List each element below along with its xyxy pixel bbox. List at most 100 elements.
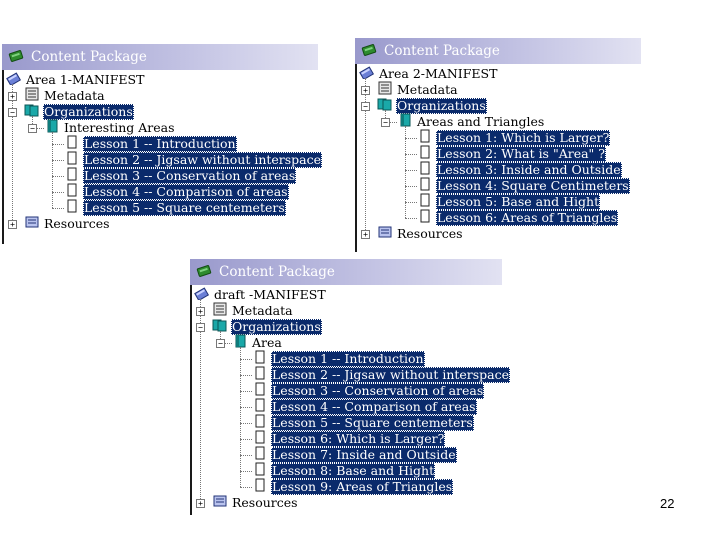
collapse-icon[interactable]: − [381,118,390,127]
tree-node-lesson[interactable]: Lesson 3 -- Conservation of areas [252,382,485,399]
tree-node-resources[interactable]: Resources [24,216,111,232]
tree-node-metadata[interactable]: Metadata [377,81,459,98]
tree-node-lesson-label: Lesson 4 -- Comparison of areas [271,399,477,415]
tree-connector-line [52,144,64,145]
tree-node-lesson[interactable]: Lesson 6: Which is Larger? [252,430,446,447]
tree-node-organizations-label: Organizations [396,98,487,114]
collapse-icon[interactable]: − [28,124,37,133]
tree-connector-line [405,186,417,187]
tree-node-lesson-label: Lesson 6: Which is Larger? [271,431,446,447]
tree-connector-line [200,331,201,499]
tree-node-lesson-label: Lesson 5 -- Square centemeters [271,415,474,431]
tree-node-manifest[interactable]: draft -MANIFEST [194,287,327,303]
tree-connector-line [200,315,201,323]
tree-node-lesson[interactable]: Lesson 5 -- Square centemeters [252,414,474,431]
tree-connector-line [37,128,44,129]
tree-connector-line [405,138,417,139]
tree-node-lesson-label: Lesson 2 -- Jigsaw without interspace [83,152,323,168]
tree-node-lesson[interactable]: Lesson 1 -- Introduction [64,135,237,152]
tree-node-manifest[interactable]: Area 1-MANIFEST [6,72,145,88]
resources-icon [377,225,393,243]
tree-node-lesson[interactable]: Lesson 3: Inside and Outside [417,161,622,178]
tree-node-resources[interactable]: Resources [377,226,464,242]
tree-node-lesson[interactable]: Lesson 5 -- Square centemeters [64,199,286,217]
tree-node-resources-label: Resources [232,495,298,510]
tree-connector-line [365,78,366,86]
expand-icon[interactable]: + [8,220,17,229]
tree-view: Area 2-MANIFEST + Metadata − Organizations − A… [355,66,641,252]
tree-view: draft -MANIFEST + Metadata − Organizations − A… [190,287,511,515]
tree-node-organizations[interactable]: Organizations [24,104,134,120]
tree-node-lesson[interactable]: Lesson 2: What is "Area" ? [417,145,606,162]
tree-node-metadata[interactable]: Metadata [24,87,106,104]
tree-node-lesson[interactable]: Lesson 8: Base and Hight [252,462,436,479]
tree-node-lesson-label: Lesson 5 -- Square centemeters [83,200,286,216]
tree-node-lesson[interactable]: Lesson 3 -- Conservation of areas [64,167,297,184]
tree-node-lesson[interactable]: Lesson 4 -- Comparison of areas [252,398,477,415]
tree-connector-line [405,154,417,155]
content-package-panel-area1: Content Package Area 1-MANIFEST + Metadata −… [2,44,323,244]
tree-connector-line [52,192,64,193]
tree-connector-line [52,208,64,209]
tree-node-lesson-label: Lesson 3: Inside and Outside [436,162,622,178]
tree-connector-line [225,343,232,344]
tree-node-lesson[interactable]: Lesson 9: Areas of Triangles [252,478,454,496]
package-icon [361,42,377,61]
tree-node-lesson[interactable]: Lesson 5: Base and Hight [417,193,601,210]
tree-connector-line [52,160,64,161]
tree-node-lesson-label: Lesson 2 -- Jigsaw without interspace [271,367,511,383]
tree-node-lesson-label: Lesson 6: Areas of Triangles [436,210,619,226]
tree-node-metadata[interactable]: Metadata [212,302,294,319]
tree-connector-line [52,176,64,177]
tree-node-metadata-label: Metadata [397,82,458,97]
tree-connector-line [240,455,252,456]
panel-title: Content Package [384,43,500,59]
tree-connector-line [240,347,241,487]
tree-connector-line [200,299,201,307]
tree-node-lesson-label: Lesson 1 -- Introduction [271,351,425,367]
tree-connector-line [405,170,417,171]
tree-node-resources-label: Resources [44,216,110,231]
tree-connector-line [365,110,366,230]
tree-node-resources[interactable]: Resources [212,495,299,511]
tree-connector-line [240,439,252,440]
tree-connector-line [405,126,406,218]
resources-icon [24,215,40,233]
tree-node-lesson[interactable]: Lesson 1 -- Introduction [252,350,425,367]
tree-connector-line [405,218,417,219]
tree-node-organization-item[interactable]: Areas and Triangles [397,113,545,130]
lesson-icon [417,209,433,227]
tree-node-manifest[interactable]: Area 2-MANIFEST [359,66,498,82]
tree-node-organizations[interactable]: Organizations [212,319,322,335]
tree-connector-line [365,94,366,102]
tree-node-organizations[interactable]: Organizations [377,98,487,114]
tree-node-lesson[interactable]: Lesson 6: Areas of Triangles [417,209,619,227]
tree-node-lesson[interactable]: Lesson 4 -- Comparison of areas [64,183,289,200]
tree-node-lesson-label: Lesson 1: Which is Larger? [436,130,611,146]
collapse-icon[interactable]: − [216,339,225,348]
tree-node-manifest-label: Area 2-MANIFEST [379,66,498,81]
tree-node-lesson-label: Lesson 9: Areas of Triangles [271,479,454,495]
tree-node-metadata-label: Metadata [232,303,293,318]
panel-title: Content Package [31,49,147,65]
tree-node-lesson[interactable]: Lesson 2 -- Jigsaw without interspace [64,151,323,168]
tree-node-lesson[interactable]: Lesson 2 -- Jigsaw without interspace [252,366,511,383]
tree-node-metadata-label: Metadata [44,88,105,103]
tree-node-lesson[interactable]: Lesson 4: Square Centimeters [417,177,630,194]
tree-node-resources-label: Resources [397,226,463,241]
panel-titlebar: Content Package [355,38,641,64]
tree-node-lesson[interactable]: Lesson 7: Inside and Outside [252,446,457,463]
tree-node-organizations-label: Organizations [231,319,322,335]
lesson-icon [64,199,80,217]
lesson-icon [252,478,268,496]
tree-node-lesson-label: Lesson 4 -- Comparison of areas [83,184,289,200]
tree-node-lesson-label: Lesson 7: Inside and Outside [271,447,457,463]
tree-connector-line [52,132,53,208]
package-icon [8,48,24,67]
expand-icon[interactable]: + [196,499,205,508]
tree-node-organization-item[interactable]: Interesting Areas [44,119,176,136]
tree-connector-line [240,375,252,376]
tree-node-lesson[interactable]: Lesson 1: Which is Larger? [417,129,611,146]
expand-icon[interactable]: + [361,230,370,239]
tree-node-organization-item-label: Interesting Areas [64,120,175,135]
